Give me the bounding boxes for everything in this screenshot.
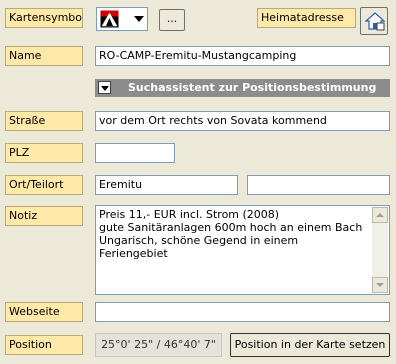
home-address-button[interactable] xyxy=(360,7,388,35)
scroll-up-icon[interactable] xyxy=(372,207,388,223)
wizard-label: Suchassistent zur Positionsbestimmung xyxy=(128,81,377,94)
name-label: Name xyxy=(5,46,83,66)
position-wizard-bar[interactable]: Suchassistent zur Positionsbestimmung xyxy=(95,79,390,97)
scroll-down-icon[interactable] xyxy=(372,277,388,293)
ort-label: Ort/Teilort xyxy=(5,175,83,195)
notiz-label: Notiz xyxy=(5,206,83,226)
campsite-tent-icon xyxy=(100,10,119,31)
browse-symbol-button[interactable]: ... xyxy=(159,9,185,31)
notiz-textarea[interactable]: Preis 11,- EUR incl. Strom (2008) gute S… xyxy=(95,205,390,295)
strasse-label: Straße xyxy=(5,111,83,131)
notiz-line: gute Sanitäranlagen 600m hoch an einem B… xyxy=(99,221,363,234)
teilort-field[interactable] xyxy=(247,175,390,195)
kartensymbol-label: Kartensymbol xyxy=(5,8,83,28)
heimatadresse-label: Heimatadresse xyxy=(257,8,356,28)
position-label: Position xyxy=(5,335,83,355)
notiz-line: Ungarisch, schöne Gegend in einem Ferien… xyxy=(99,234,299,260)
chevron-down-icon xyxy=(134,16,144,22)
notiz-scrollbar[interactable] xyxy=(372,207,388,293)
plz-field[interactable] xyxy=(95,143,175,163)
position-value: 25°0' 25" / 46°40' 7" xyxy=(95,333,222,357)
home-icon xyxy=(364,11,386,35)
plz-label: PLZ xyxy=(5,143,83,163)
strasse-field[interactable]: vor dem Ort rechts von Sovata kommend xyxy=(95,111,390,131)
ort-field[interactable]: Eremitu xyxy=(95,175,238,195)
name-field[interactable]: RO-CAMP-Eremitu-Mustangcamping xyxy=(95,46,390,66)
chevron-down-icon[interactable] xyxy=(98,81,111,94)
set-position-on-map-button[interactable]: Position in der Karte setzen xyxy=(230,333,390,357)
webseite-field[interactable] xyxy=(95,302,390,322)
webseite-label: Webseite xyxy=(5,302,83,322)
notiz-line: Preis 11,- EUR incl. Strom (2008) xyxy=(99,208,280,221)
kartensymbol-dropdown[interactable] xyxy=(96,7,148,31)
